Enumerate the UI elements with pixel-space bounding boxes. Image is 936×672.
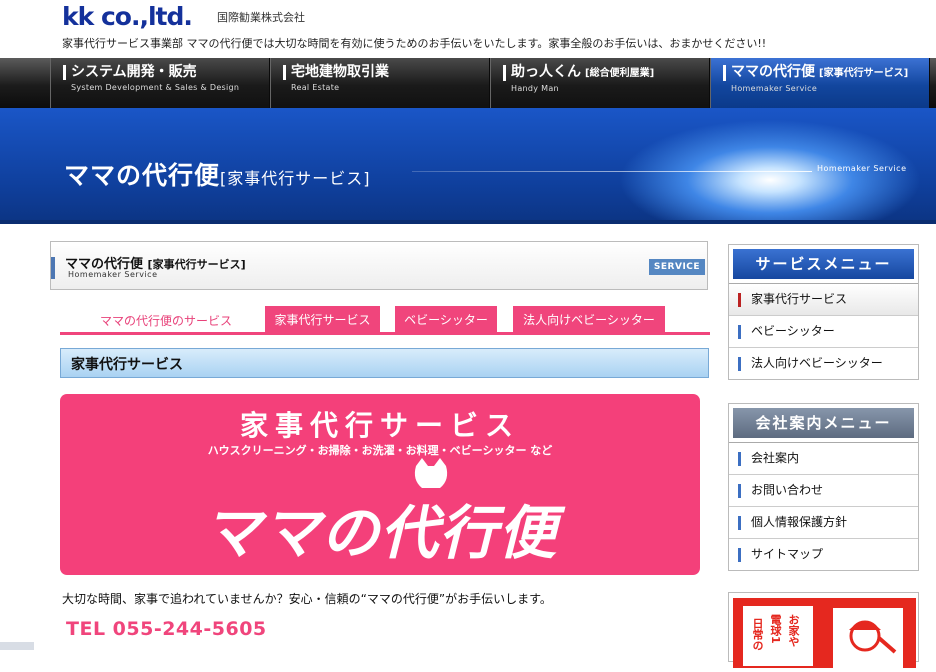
company-name: 国際勧業株式会社 — [217, 11, 305, 24]
sidebar-item-corporate-babysitter[interactable]: 法人向けベビーシッター — [729, 347, 918, 379]
page-corner — [0, 642, 34, 650]
tab-corporate-babysitter[interactable]: 法人向けベビーシッター — [513, 306, 665, 333]
tabs-underline — [60, 332, 710, 335]
bullet-icon — [738, 325, 741, 339]
service-menu: サービスメニュー 家事代行サービス ベビーシッター 法人向けベビーシッター — [728, 244, 919, 380]
sidebar-item-sitemap[interactable]: サイトマップ — [729, 538, 918, 570]
banner-border — [0, 220, 936, 224]
bullet-icon — [738, 516, 741, 530]
tab-babysitter[interactable]: ベビーシッター — [395, 306, 497, 333]
nav-item-handyman[interactable]: 助っ人くん [総合便利屋業] Handy Man — [490, 58, 710, 108]
section-subtitle: Homemaker Service — [68, 270, 158, 279]
hero-subtitle: ハウスクリーニング・お掃除・お洗濯・お料理・ベビーシッター など — [207, 444, 553, 457]
nav-title: ママの代行便 [家事代行サービス] — [723, 65, 929, 81]
service-menu-title: サービスメニュー — [733, 249, 914, 279]
sidebar-item-label: 個人情報保護方針 — [751, 515, 848, 529]
phone-number[interactable]: TEL 055-244-5605 — [66, 618, 267, 640]
section-header-accent — [51, 257, 55, 279]
tab-service-overview[interactable]: ママの代行便のサービス — [100, 312, 232, 329]
ad-text-col: 日常の — [751, 618, 764, 651]
hero-logo-text: ママの代行便 — [202, 499, 557, 567]
sidebar-item-label: 会社案内 — [751, 451, 800, 465]
tab-housekeeping[interactable]: 家事代行サービス — [265, 306, 380, 333]
bullet-icon — [738, 357, 741, 371]
nav-subtitle: System Development & Sales & Design — [71, 83, 240, 92]
sidebar-item-label: 家事代行サービス — [751, 292, 848, 306]
header-tagline: 家事代行サービス事業部 ママの代行便では大切な時間を有効に使うためのお手伝いをい… — [62, 37, 767, 50]
content-subheading: 家事代行サービス — [60, 348, 709, 378]
nav-title: システム開発・販売 — [63, 65, 269, 80]
service-tag: SERVICE — [649, 259, 705, 275]
nav-subtitle: Real Estate — [291, 83, 340, 92]
banner-subtitle: Homemaker Service — [817, 164, 907, 173]
nav-item-real-estate[interactable]: 宅地建物取引業 Real Estate — [270, 58, 490, 108]
nav-title: 宅地建物取引業 — [283, 65, 489, 80]
sidebar-item-company[interactable]: 会社案内 — [729, 442, 918, 474]
banner-title: ママの代行便[家事代行サービス] — [64, 161, 371, 190]
hero-title: 家事代行サービス — [239, 409, 520, 442]
sidebar-item-babysitter[interactable]: ベビーシッター — [729, 315, 918, 347]
sidebar-item-label: お問い合わせ — [751, 483, 824, 497]
worker-icon — [849, 620, 897, 654]
nav-subtitle: Handy Man — [511, 84, 559, 93]
intro-text: 大切な時間、家事で追われていませんか？安心・信頼の“ママの代行便”がお手伝いしま… — [62, 592, 552, 606]
sidebar-item-label: ベビーシッター — [751, 324, 835, 338]
bullet-icon — [738, 548, 741, 562]
global-nav: システム開発・販売 System Development & Sales & D… — [0, 58, 936, 108]
subheading-text: 家事代行サービス — [71, 357, 183, 373]
company-menu: 会社案内メニュー 会社案内 お問い合わせ 個人情報保護方針 サイトマップ — [728, 403, 919, 571]
ad-text-panel: お家や 電球1 日常の — [743, 606, 813, 666]
banner-divider — [412, 171, 812, 172]
sidebar-item-label: サイトマップ — [751, 547, 824, 561]
sidebar-item-housekeeping[interactable]: 家事代行サービス — [729, 283, 918, 315]
nav-item-homemaker[interactable]: ママの代行便 [家事代行サービス] Homemaker Service — [710, 58, 930, 108]
ad-background: お家や 電球1 日常の — [733, 598, 916, 668]
nav-item-system[interactable]: システム開発・販売 System Development & Sales & D… — [50, 58, 270, 108]
company-menu-title: 会社案内メニュー — [733, 408, 914, 438]
hero-banner: 家事代行サービス ハウスクリーニング・お掃除・お洗濯・お料理・ベビーシッター な… — [60, 394, 700, 575]
nav-title: 助っ人くん [総合便利屋業] — [503, 65, 709, 81]
nav-subtitle: Homemaker Service — [731, 84, 818, 93]
sidebar-item-label: 法人向けベビーシッター — [751, 356, 883, 370]
ad-text-col: 電球1 — [769, 614, 782, 644]
handyman-icon — [833, 608, 903, 668]
bullet-icon — [738, 293, 741, 307]
company-logo[interactable]: kk co.,ltd. — [62, 2, 193, 31]
ad-text-col: お家や — [787, 614, 800, 647]
sidebar-item-privacy[interactable]: 個人情報保護方針 — [729, 506, 918, 538]
handyman-ad-banner[interactable]: お家や 電球1 日常の — [728, 592, 919, 668]
bullet-icon — [738, 452, 741, 466]
section-header: ママの代行便 [家事代行サービス] Homemaker Service SERV… — [50, 241, 708, 290]
page-banner: ママの代行便[家事代行サービス] Homemaker Service — [0, 108, 936, 220]
sidebar-item-contact[interactable]: お問い合わせ — [729, 474, 918, 506]
bullet-icon — [738, 484, 741, 498]
